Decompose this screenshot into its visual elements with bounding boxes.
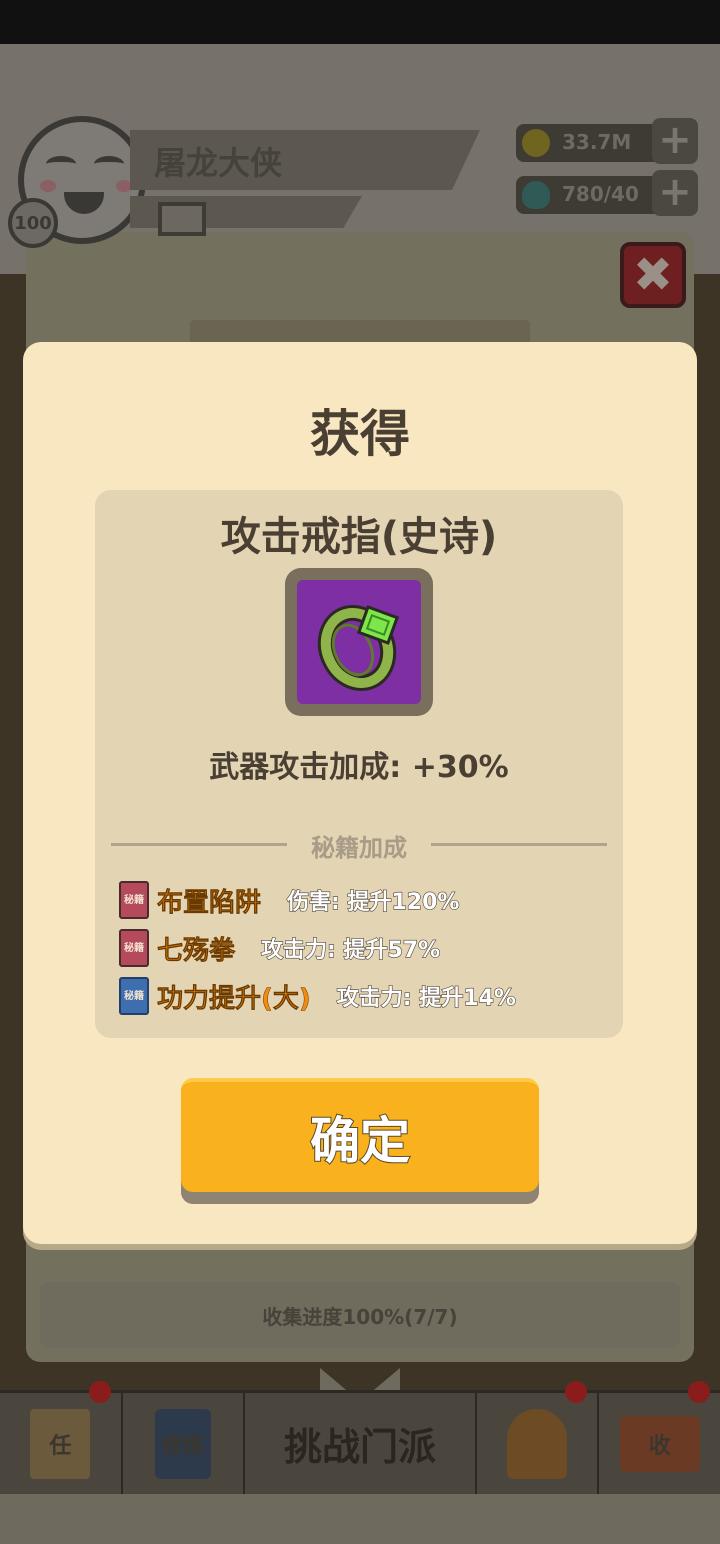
close-icon: ✖ <box>632 247 674 303</box>
nav-task[interactable]: 任 <box>0 1381 123 1494</box>
status-bar <box>0 0 720 44</box>
bonus-row: 秘籍 功力提升(大) 攻击力: 提升14% <box>119 976 517 1016</box>
skill-effect: 攻击力: 提升14% <box>336 985 516 1011</box>
skill-effect: 伤害: 提升120% <box>286 889 460 915</box>
nav-challenge-label: 挑战门派 <box>283 1425 436 1469</box>
ring-icon <box>317 604 400 692</box>
gem-value: 780/40 <box>562 182 639 206</box>
item-frame[interactable] <box>285 568 433 716</box>
divider <box>431 843 607 846</box>
red-book-icon: 秘籍 <box>119 881 149 919</box>
avatar-mouth <box>64 192 104 214</box>
close-button[interactable]: ✖ <box>620 242 686 308</box>
gem-counter: 780/40 + <box>516 170 698 216</box>
footer-area <box>0 1494 720 1544</box>
avatar-eye-right <box>94 156 124 172</box>
bonus-row: 秘籍 布置陷阱 伤害: 提升120% <box>119 880 460 920</box>
skill-name: 布置陷阱 <box>157 887 262 918</box>
task-scroll-icon: 任 <box>30 1408 91 1479</box>
nav-shop[interactable]: 收 <box>599 1381 720 1494</box>
modal-title: 获得 <box>310 405 410 463</box>
skill-effect: 攻击力: 提升57% <box>260 937 441 963</box>
nav-challenge[interactable]: 挑战门派 <box>245 1393 477 1494</box>
add-gem-button[interactable]: + <box>652 170 698 216</box>
mail-icon[interactable] <box>158 202 206 236</box>
gem-icon <box>522 181 550 209</box>
item-stat: 武器攻击加成: +30% <box>209 750 509 785</box>
level-badge: 100 <box>8 198 58 248</box>
helmet-icon <box>506 1408 567 1479</box>
blue-book-icon: 秘籍 <box>119 977 149 1015</box>
bottom-nav: 任 修炼 挑战门派 收 <box>0 1381 720 1494</box>
red-book-icon: 秘籍 <box>119 929 149 967</box>
notification-dot <box>565 1381 588 1403</box>
bonus-header: 秘籍加成 <box>111 826 607 862</box>
nav-cultivate[interactable]: 修炼 <box>123 1393 246 1494</box>
avatar-eye-left <box>46 156 76 172</box>
skill-name: 七殇拳 <box>157 935 236 966</box>
add-gold-button[interactable]: + <box>652 118 698 164</box>
notification-dot <box>88 1381 111 1403</box>
skill-name: 功力提升(大) <box>157 983 311 1014</box>
nav-equipment[interactable] <box>477 1381 600 1494</box>
gold-value: 33.7M <box>562 130 632 154</box>
avatar-cheek-right <box>116 180 132 192</box>
item-name: 攻击戒指(史诗) <box>220 514 498 560</box>
player-name: 屠龙大侠 <box>154 144 283 182</box>
item-card: 攻击戒指(史诗) 武器攻击加成: +30% 秘籍加成 秘籍 布置陷阱 伤害: 提… <box>95 490 623 1038</box>
item-background <box>297 580 421 704</box>
notification-dot <box>687 1381 710 1403</box>
collection-progress: 收集进度100%(7/7) <box>40 1282 680 1348</box>
bonus-row: 秘籍 七殇拳 攻击力: 提升57% <box>119 928 441 968</box>
confirm-label: 确定 <box>309 1111 411 1171</box>
reward-modal: 获得 攻击戒指(史诗) 武器攻击加成: +30% 秘籍加成 秘籍 布置陷阱 伤害… <box>23 342 697 1244</box>
coin-icon <box>522 129 550 157</box>
gold-counter: 33.7M + <box>516 118 698 164</box>
avatar-cheek-left <box>40 180 56 192</box>
shop-icon: 收 <box>619 1415 700 1472</box>
confirm-button[interactable]: 确定 <box>181 1078 539 1192</box>
cultivate-book-icon: 修炼 <box>155 1408 211 1479</box>
